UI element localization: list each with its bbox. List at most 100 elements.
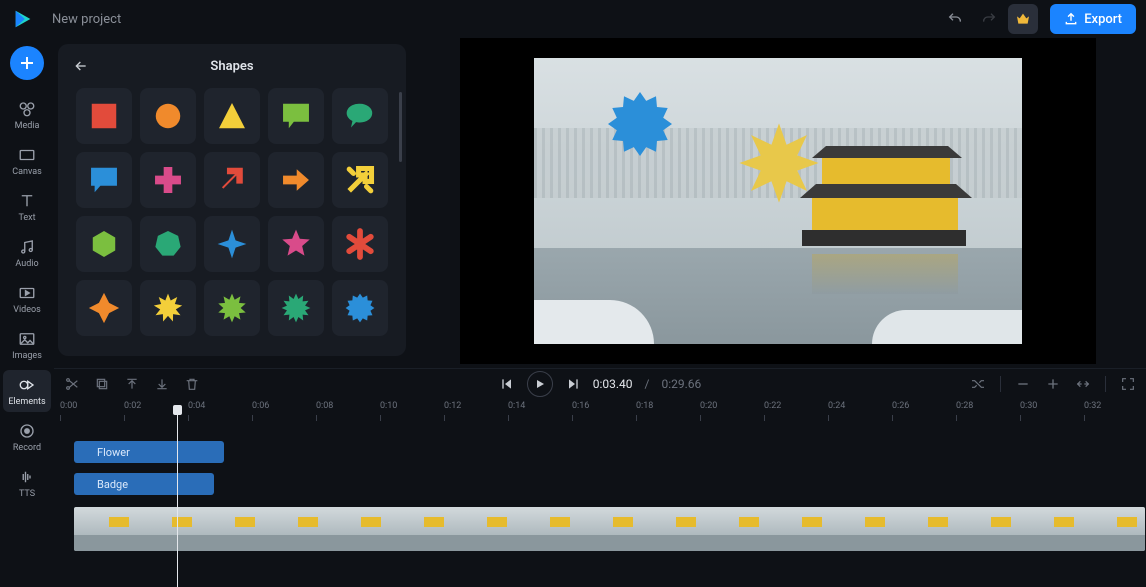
shape-burst[interactable]: [204, 280, 260, 336]
zoom-out-icon[interactable]: [1015, 376, 1031, 392]
rail-media[interactable]: Media: [3, 94, 51, 136]
video-track[interactable]: [74, 507, 1145, 551]
down-icon[interactable]: [154, 376, 170, 392]
rail-images[interactable]: Images: [3, 324, 51, 366]
upload-icon: [1064, 12, 1078, 26]
ruler-tick: 0:18: [636, 401, 653, 411]
export-label: Export: [1084, 12, 1122, 27]
shape-arrow-right[interactable]: [268, 152, 324, 208]
shape-square[interactable]: [76, 88, 132, 144]
shape-star4[interactable]: [204, 216, 260, 272]
undo-button[interactable]: [940, 4, 970, 34]
video-thumb[interactable]: [389, 507, 452, 551]
duration-sep: /: [645, 377, 650, 391]
video-thumb[interactable]: [515, 507, 578, 551]
video-thumb[interactable]: [830, 507, 893, 551]
video-thumb[interactable]: [704, 507, 767, 551]
ruler-tick: 0:12: [444, 401, 461, 411]
video-thumb[interactable]: [578, 507, 641, 551]
ruler-tick: 0:10: [380, 401, 397, 411]
video-thumb[interactable]: [893, 507, 956, 551]
video-thumb[interactable]: [200, 507, 263, 551]
fit-icon[interactable]: [1075, 376, 1091, 392]
panel-scrollbar[interactable]: [399, 92, 402, 162]
clip-icon: [80, 446, 92, 458]
video-thumb[interactable]: [956, 507, 1019, 551]
ruler-tick: 0:30: [1020, 401, 1037, 411]
split-icon[interactable]: [64, 376, 80, 392]
rail-canvas[interactable]: Canvas: [3, 140, 51, 182]
project-name[interactable]: New project: [52, 12, 121, 27]
delete-icon[interactable]: [184, 376, 200, 392]
timeline-area: 0:03.40 / 0:29.66 0:000:020:040:060:080:…: [54, 368, 1146, 584]
video-thumb[interactable]: [1082, 507, 1145, 551]
ruler-tick: 0:04: [188, 401, 205, 411]
shape-star5[interactable]: [268, 216, 324, 272]
shape-badge[interactable]: [332, 280, 388, 336]
shape-circle[interactable]: [140, 88, 196, 144]
shapes-panel: Shapes: [58, 44, 406, 356]
rail-elements[interactable]: Elements: [3, 370, 51, 412]
export-button[interactable]: Export: [1050, 4, 1136, 34]
rail-text[interactable]: Text: [3, 186, 51, 228]
redo-button[interactable]: [974, 4, 1004, 34]
panel-title: Shapes: [66, 59, 398, 74]
timeline-ruler[interactable]: 0:00 0:02 0:04 0:06 0:08 0:10 0:12 0:14 0:16 0:18…: [54, 401, 1146, 427]
shuffle-icon[interactable]: [970, 376, 986, 392]
video-thumb[interactable]: [767, 507, 830, 551]
rail-tts[interactable]: TTS: [3, 462, 51, 504]
shape-heptagon[interactable]: [140, 216, 196, 272]
shape-speech-square[interactable]: [268, 88, 324, 144]
video-preview[interactable]: [534, 58, 1022, 344]
shape-grid: [66, 88, 398, 348]
clip-flower[interactable]: Flower: [74, 441, 224, 463]
rail-record[interactable]: Record: [3, 416, 51, 458]
shape-arrow-both[interactable]: [332, 152, 388, 208]
rail-videos[interactable]: Videos: [3, 278, 51, 320]
ruler-tick: 0:00: [60, 401, 77, 411]
app-logo[interactable]: [10, 6, 36, 32]
overlay-badge-shape[interactable]: [600, 84, 680, 164]
copy-icon[interactable]: [94, 376, 110, 392]
video-thumb[interactable]: [137, 507, 200, 551]
video-thumb[interactable]: [326, 507, 389, 551]
rail-audio[interactable]: Audio: [3, 232, 51, 274]
preview-area: [460, 38, 1096, 364]
shape-flower-many[interactable]: [140, 280, 196, 336]
left-rail: Media Canvas Text Audio Videos Images El…: [0, 38, 54, 584]
shape-plus[interactable]: [140, 152, 196, 208]
skip-forward-button[interactable]: [565, 376, 581, 392]
shape-speech-left[interactable]: [76, 152, 132, 208]
shape-flower4[interactable]: [76, 280, 132, 336]
zoom-in-icon[interactable]: [1045, 376, 1061, 392]
skip-back-button[interactable]: [499, 376, 515, 392]
video-thumb[interactable]: [263, 507, 326, 551]
ruler-tick: 0:14: [508, 401, 525, 411]
overlay-flower-shape[interactable]: [734, 118, 824, 208]
video-thumb[interactable]: [452, 507, 515, 551]
ruler-tick: 0:20: [700, 401, 717, 411]
current-time: 0:03.40: [593, 377, 633, 391]
timeline-tracks[interactable]: Flower Badge: [54, 431, 1146, 587]
ruler-tick: 0:08: [316, 401, 333, 411]
up-icon[interactable]: [124, 376, 140, 392]
shape-hexagon[interactable]: [76, 216, 132, 272]
video-thumb[interactable]: [1019, 507, 1082, 551]
playhead[interactable]: [177, 407, 178, 587]
add-button[interactable]: [10, 46, 44, 80]
panel-back-button[interactable]: [66, 51, 96, 81]
play-button[interactable]: [527, 371, 553, 397]
premium-button[interactable]: [1008, 4, 1038, 34]
ruler-tick: 0:16: [572, 401, 589, 411]
clip-badge[interactable]: Badge: [74, 473, 214, 495]
shape-arrow-diag[interactable]: [204, 152, 260, 208]
fullscreen-icon[interactable]: [1120, 376, 1136, 392]
video-thumb[interactable]: [74, 507, 137, 551]
ruler-tick: 0:06: [252, 401, 269, 411]
shape-burst2[interactable]: [268, 280, 324, 336]
shape-speech-round[interactable]: [332, 88, 388, 144]
shape-asterisk[interactable]: [332, 216, 388, 272]
shape-triangle[interactable]: [204, 88, 260, 144]
video-thumb[interactable]: [641, 507, 704, 551]
ruler-tick: 0:02: [124, 401, 141, 411]
